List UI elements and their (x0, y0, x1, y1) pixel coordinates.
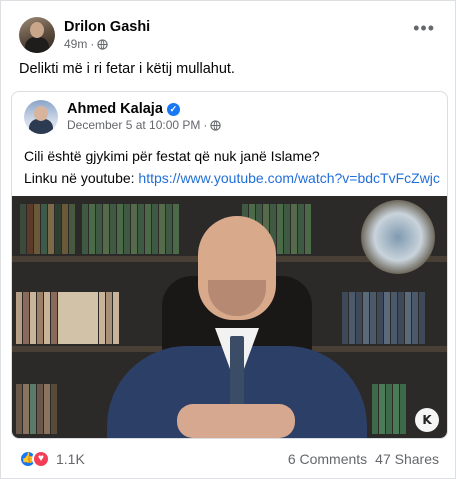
post-time[interactable]: 49m (64, 36, 87, 52)
post-footer: 👍 ♥ 1.1K 6 Comments 47 Shares (19, 447, 439, 471)
shared-post[interactable]: Ahmed Kalaja ✓ December 5 at 10:00 PM · … (11, 91, 448, 439)
reactions[interactable]: 👍 ♥ 1.1K (19, 450, 85, 468)
decorative-clock (361, 200, 435, 274)
reaction-count[interactable]: 1.1K (56, 451, 85, 467)
shared-author-name-row: Ahmed Kalaja ✓ (67, 101, 221, 117)
author-name[interactable]: Drilon Gashi (64, 18, 150, 36)
shared-post-link-line: Linku në youtube: https://www.youtube.co… (24, 170, 440, 186)
shared-author-name[interactable]: Ahmed Kalaja (67, 101, 163, 117)
bookshelf-books-top (20, 204, 75, 254)
engagement-counts: 6 Comments 47 Shares (288, 451, 439, 467)
meta-separator: · (90, 37, 95, 51)
post-caption: Delikti më i ri fetar i këtij mullahut. (19, 61, 235, 77)
link-prefix: Linku në youtube: (24, 170, 139, 186)
comments-count[interactable]: 6 Comments (288, 451, 367, 467)
youtube-link[interactable]: https://www.youtube.com/watch?v=bdcTvFcZ… (138, 170, 440, 186)
shared-meta-separator: · (203, 118, 208, 132)
shared-post-header: Ahmed Kalaja ✓ December 5 at 10:00 PM · (24, 100, 222, 134)
author-avatar[interactable] (19, 17, 55, 53)
bookshelf-books-bottom (16, 384, 57, 434)
facebook-post: Drilon Gashi 49m · ••• Delikti më i ri f… (0, 0, 456, 479)
shared-author-avatar[interactable] (24, 100, 58, 134)
more-options-icon[interactable]: ••• (413, 19, 435, 37)
verified-badge-icon: ✓ (166, 102, 180, 116)
globe-icon (210, 119, 222, 131)
bookshelf-books-mid (16, 292, 119, 344)
shares-count[interactable]: 47 Shares (375, 451, 439, 467)
shared-post-time[interactable]: December 5 at 10:00 PM (67, 117, 200, 133)
shared-post-meta: December 5 at 10:00 PM · (67, 117, 222, 133)
globe-icon (97, 38, 109, 50)
bookshelf-books-top-mid (82, 204, 179, 254)
speaker-tie (230, 336, 244, 406)
video-thumbnail[interactable]: K (12, 196, 447, 438)
love-reaction-icon: ♥ (32, 450, 50, 468)
bookshelf-books-bottom-right (372, 384, 406, 434)
shared-author-meta: Ahmed Kalaja ✓ December 5 at 10:00 PM · (67, 101, 222, 133)
speaker-hands (177, 404, 295, 438)
author-meta: Drilon Gashi 49m · (64, 18, 150, 52)
shared-post-text: Cili është gjykimi për festat që nuk jan… (24, 148, 320, 164)
post-meta: 49m · (64, 36, 150, 52)
bookshelf-books-mid-right (342, 292, 425, 344)
post-header: Drilon Gashi 49m · (19, 15, 150, 55)
channel-logo: K (415, 408, 439, 432)
